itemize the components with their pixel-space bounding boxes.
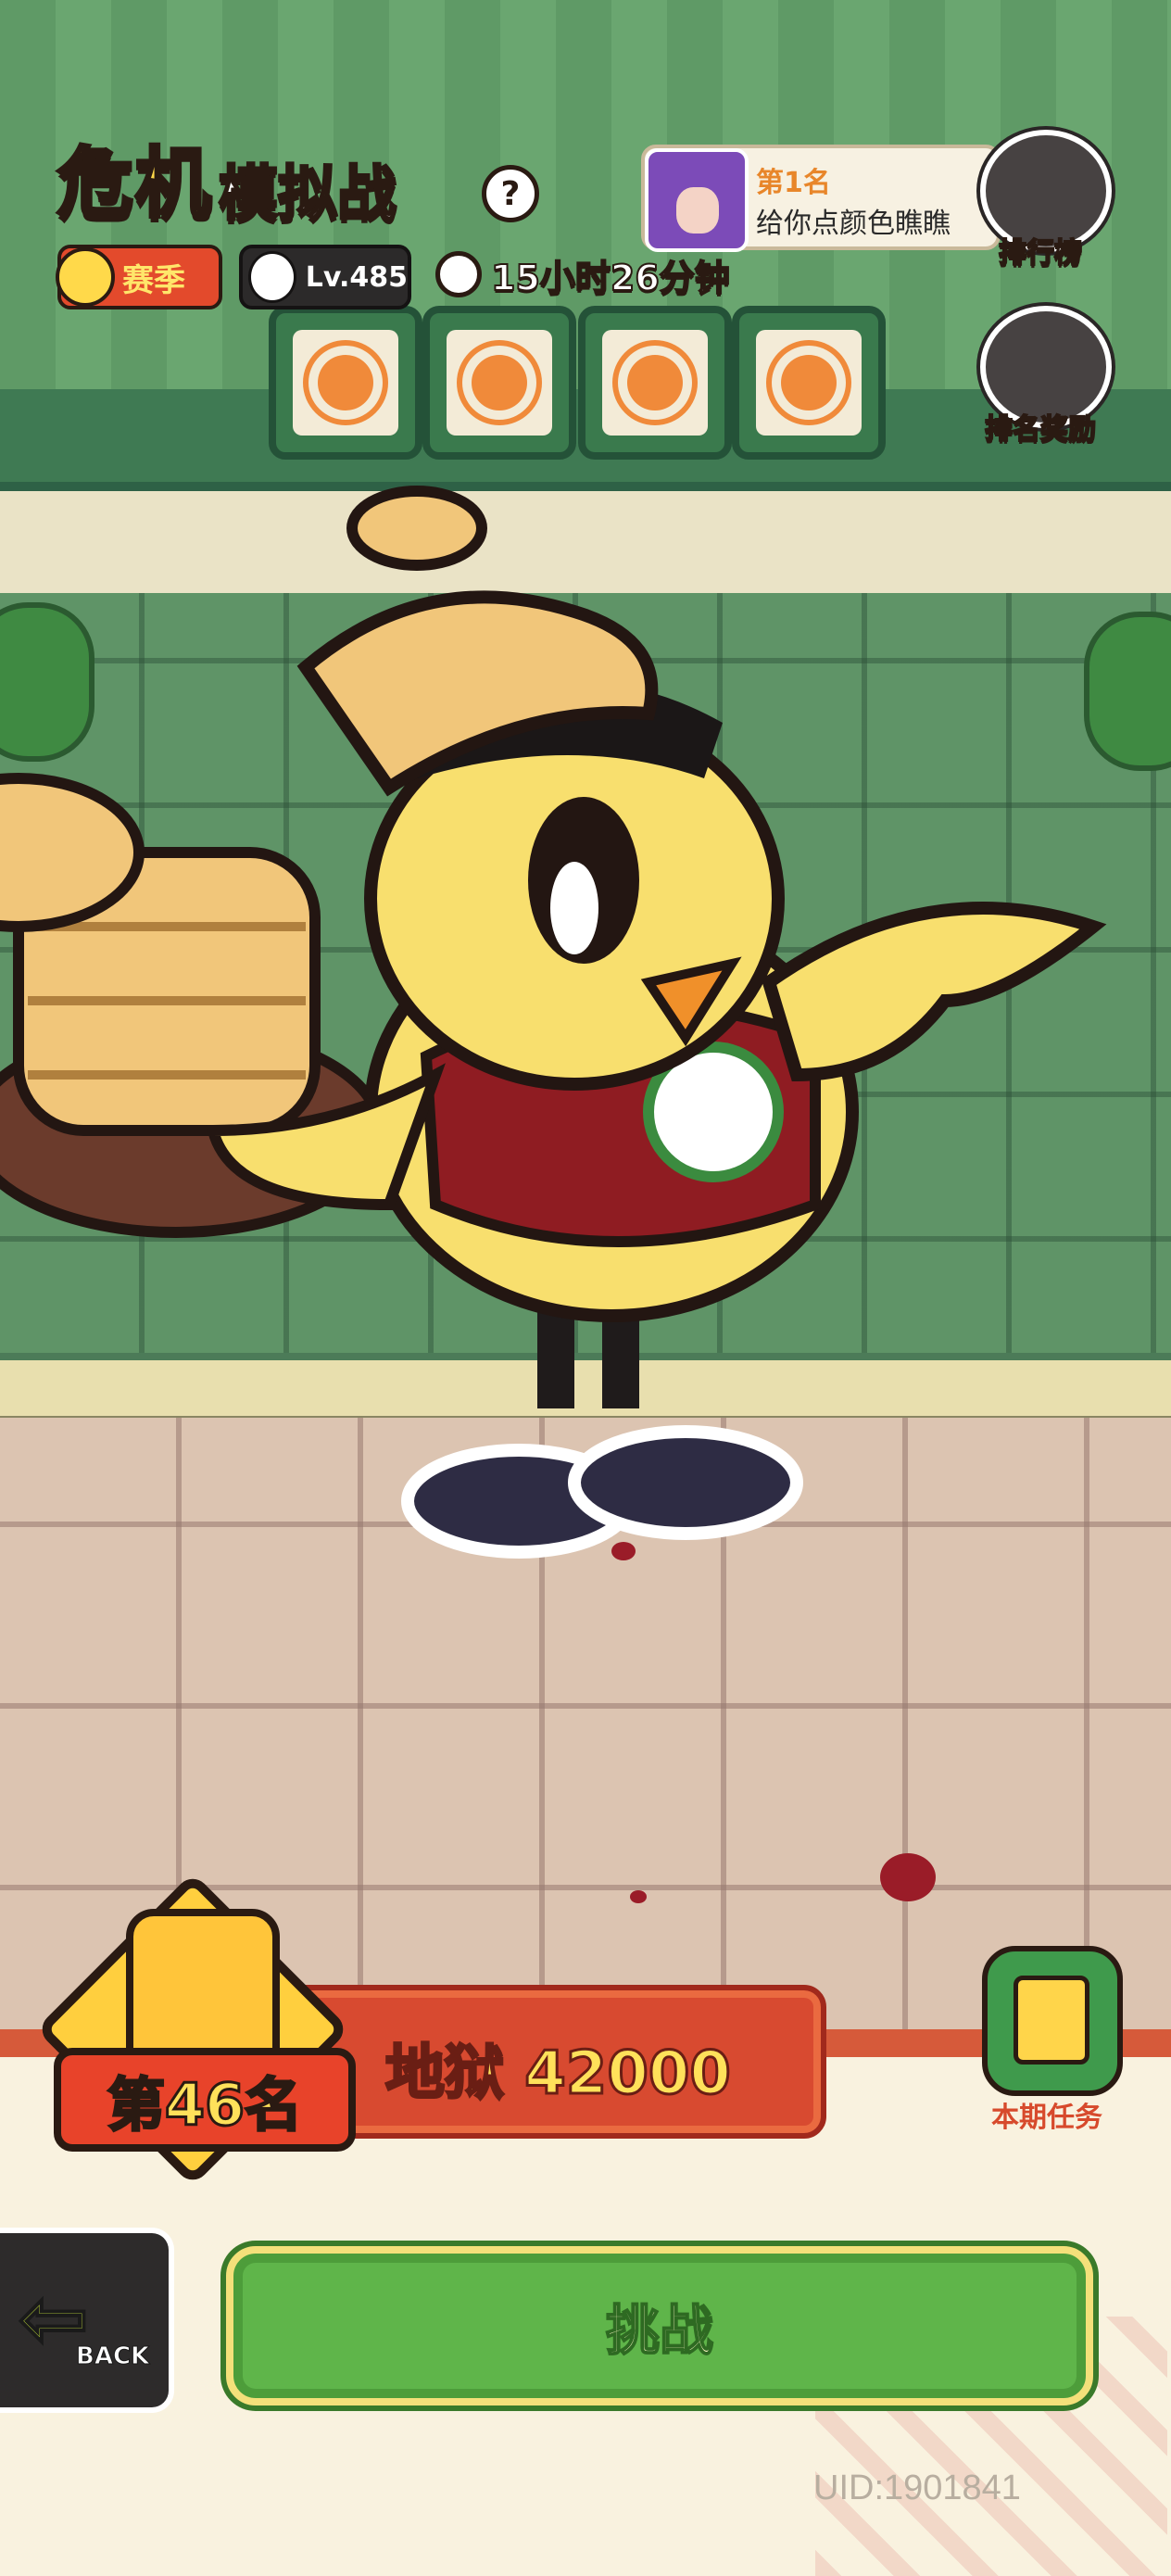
leaderboard-label: 排行榜 bbox=[998, 236, 1083, 271]
player-rank: 第46名 bbox=[106, 2070, 303, 2140]
top-player-name: 给你点颜色瞧瞧 bbox=[756, 208, 951, 240]
lantern-sign bbox=[578, 306, 732, 460]
season-timer: 15小时26分钟 bbox=[435, 248, 731, 300]
clock-icon bbox=[435, 251, 482, 297]
top-player-card[interactable]: 第1名 给你点颜色瞧瞧 bbox=[641, 145, 1001, 252]
blood-splatter bbox=[880, 1853, 936, 1901]
lantern-sign bbox=[422, 306, 576, 460]
challenge-label: 挑战 bbox=[605, 2298, 714, 2363]
scroll-icon bbox=[982, 1946, 1123, 2096]
blood-splatter bbox=[630, 1890, 647, 1903]
level-badge: Lv.485 bbox=[239, 245, 411, 309]
player-level-icon bbox=[248, 251, 296, 303]
level-text: Lv.485 bbox=[305, 260, 408, 294]
back-button[interactable]: ⇦ BACK bbox=[0, 2228, 174, 2413]
score-bar: 地狱 42000 bbox=[278, 1985, 826, 2139]
title-highlight: 危机 bbox=[56, 138, 214, 230]
season-badge[interactable]: 赛季 bbox=[56, 245, 222, 309]
player-rank-ribbon: 第46名 bbox=[54, 2048, 356, 2152]
avatar bbox=[645, 148, 749, 252]
leaderboard-button[interactable]: 排行榜 bbox=[980, 130, 1112, 271]
time-remaining: 15小时26分钟 bbox=[490, 257, 731, 299]
user-id: UID:1901841 bbox=[813, 2469, 1021, 2507]
rank-rewards-button[interactable]: 排名奖励 bbox=[980, 306, 1112, 447]
rank-rewards-label: 排名奖励 bbox=[984, 412, 1097, 447]
lantern-sign bbox=[732, 306, 886, 460]
event-title: 危机 模拟战 bbox=[56, 138, 398, 232]
rank-emblem: 第46名 bbox=[26, 1863, 359, 2187]
season-label: 赛季 bbox=[122, 261, 185, 299]
title-rest: 模拟战 bbox=[218, 159, 398, 231]
period-tasks-label: 本期任务 bbox=[991, 2102, 1102, 2134]
back-label: BACK bbox=[75, 2342, 150, 2371]
chick-icon bbox=[56, 247, 115, 307]
help-button[interactable]: ? bbox=[482, 165, 539, 222]
period-tasks-button[interactable]: 本期任务 bbox=[954, 1946, 1140, 2134]
chicken-waiter-character bbox=[0, 486, 1107, 1559]
lantern-sign bbox=[269, 306, 422, 460]
challenge-button[interactable]: 挑战 bbox=[226, 2246, 1093, 2406]
difficulty-score: 地狱 42000 bbox=[384, 2039, 733, 2110]
question-icon: ? bbox=[500, 174, 521, 213]
top-rank-label: 第1名 bbox=[756, 167, 831, 199]
